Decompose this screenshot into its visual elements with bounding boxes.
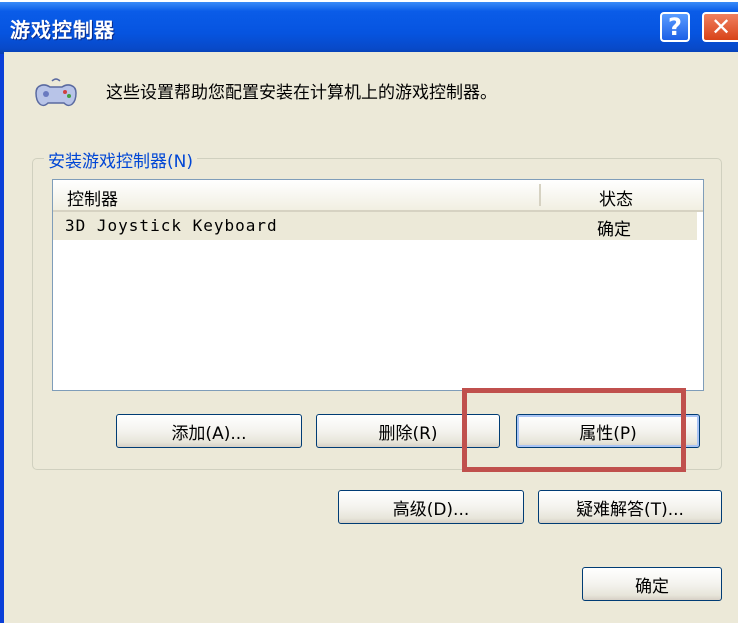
add-button[interactable]: 添加(A)... <box>116 414 302 448</box>
advanced-button[interactable]: 高级(D)... <box>338 490 524 524</box>
gamepad-icon <box>35 78 77 107</box>
ok-button[interactable]: 确定 <box>582 567 722 601</box>
column-header-controller[interactable]: 控制器 <box>67 185 118 210</box>
help-button[interactable]: ? <box>660 12 690 42</box>
controller-name: 3D Joystick Keyboard <box>65 216 278 235</box>
list-item[interactable]: 3D Joystick Keyboard 确定 <box>53 212 697 240</box>
column-divider[interactable] <box>539 184 541 206</box>
title-bar[interactable]: 游戏控制器 ? ✕ <box>0 0 738 54</box>
game-controllers-window: 游戏控制器 ? ✕ 这些设置帮助您配置安装在计算机上的游戏控制器。 安装游戏控制… <box>0 0 738 623</box>
list-header: 控制器 状态 <box>53 180 703 212</box>
controller-status: 确定 <box>597 220 631 240</box>
group-label: 安装游戏控制器(N) <box>44 147 197 172</box>
window-title: 游戏控制器 <box>10 18 115 42</box>
highlight-annotation <box>462 388 686 472</box>
close-button[interactable]: ✕ <box>702 12 738 42</box>
controllers-list[interactable]: 控制器 状态 3D Joystick Keyboard 确定 <box>52 179 704 391</box>
header-description: 这些设置帮助您配置安装在计算机上的游戏控制器。 <box>106 83 497 103</box>
troubleshoot-button[interactable]: 疑难解答(T)... <box>538 490 722 524</box>
dialog-body: 这些设置帮助您配置安装在计算机上的游戏控制器。 安装游戏控制器(N) 控制器 状… <box>4 52 738 623</box>
column-header-status[interactable]: 状态 <box>599 185 633 210</box>
